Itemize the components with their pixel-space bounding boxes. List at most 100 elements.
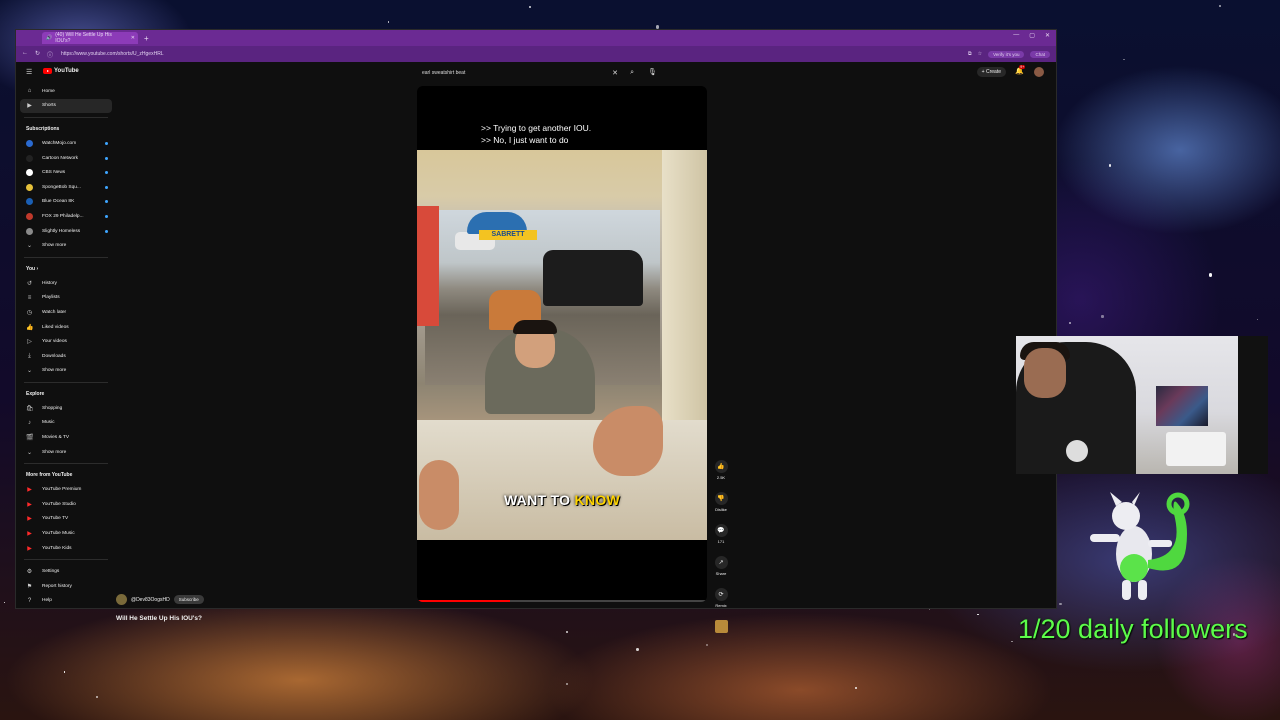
music-icon: ♪	[28, 419, 31, 426]
sidebar-item[interactable]: ▶ YouTube Premium	[16, 482, 116, 497]
search-bar[interactable]: earl sweatshirt beat ✕ ⌕	[422, 66, 644, 79]
sidebar-item[interactable]: ♪ Music	[16, 416, 116, 431]
right-hand	[593, 406, 663, 476]
sidebar-item-label: Help	[42, 598, 52, 604]
bed	[1166, 432, 1226, 466]
menu-icon[interactable]: ☰	[26, 68, 32, 76]
new-tab-button[interactable]: +	[144, 34, 149, 43]
window-frame	[662, 150, 707, 420]
history-icon: ↺	[26, 280, 33, 287]
channel-avatar[interactable]	[116, 594, 127, 605]
notifications-icon[interactable]: 🔔 9+	[1015, 65, 1026, 75]
url-field[interactable]: https://www.youtube.com/shorts/U_zHgexHR…	[61, 51, 164, 57]
maximize-icon[interactable]: ▢	[1029, 32, 1035, 39]
flag-icon: ⚑	[26, 583, 33, 590]
sidebar-item[interactable]: Blue Ocean 8K	[16, 195, 116, 210]
window-controls: — ▢ ✕	[1013, 32, 1050, 39]
sidebar-item-label: YouTube Premium	[42, 487, 82, 493]
extension-icon[interactable]: ⧉	[968, 51, 972, 57]
more-from-youtube-header: More from YouTube	[26, 472, 73, 479]
progress-fill	[417, 600, 510, 602]
sidebar-item[interactable]: ⚑ Report history	[16, 579, 116, 594]
sidebar-item[interactable]: ↺ History	[16, 276, 116, 291]
youtube-page: ☰ YouTube earl sweatshirt beat ✕ ⌕ 🎙 + C…	[16, 62, 1056, 633]
share-button[interactable]: ↗ Share	[712, 556, 730, 588]
bookmark-icon[interactable]: ☆	[978, 51, 982, 57]
sidebar-item[interactable]: ⚙ Settings	[16, 564, 116, 579]
profile-pill[interactable]: Verify it's you	[988, 50, 1025, 58]
sidebar-item[interactable]: ⤓ Downloads	[16, 349, 116, 364]
star	[705, 643, 708, 646]
new-content-dot	[105, 141, 108, 145]
shorts-player[interactable]: >> Trying to get another IOU. >> No, I j…	[417, 86, 707, 602]
clear-search-icon[interactable]: ✕	[612, 69, 618, 77]
sidebar-item[interactable]: SpongeBob Squ...	[16, 180, 116, 195]
progress-bar[interactable]	[417, 600, 707, 602]
sidebar-item-home[interactable]: ⌂ Home	[16, 84, 116, 99]
create-button[interactable]: + Create	[976, 67, 1006, 77]
chat-button[interactable]: Chat	[1030, 50, 1050, 58]
sidebar-item[interactable]: ▷ Your videos	[16, 334, 116, 349]
back-icon[interactable]: ←	[22, 50, 28, 59]
sidebar-item[interactable]: ▶ YouTube Studio	[16, 497, 116, 512]
sidebar-item[interactable]: ≡ Playlists	[16, 291, 116, 306]
sidebar-item[interactable]: ? Help	[16, 594, 116, 609]
sidebar-item-label: YouTube Music	[42, 531, 75, 537]
star	[1208, 273, 1212, 277]
like-button[interactable]: 👍 2.5K	[712, 460, 730, 492]
shorts-icon: ▶	[27, 103, 32, 110]
sidebar-item[interactable]: 👍 Liked videos	[16, 320, 116, 335]
reload-icon[interactable]: ↻	[35, 50, 40, 59]
sound-thumbnail[interactable]	[714, 620, 728, 633]
sidebar-item[interactable]: ▶ YouTube Music	[16, 526, 116, 541]
new-content-dot	[105, 185, 108, 189]
star	[387, 21, 390, 23]
site-info-icon[interactable]: ⓘ	[47, 50, 53, 59]
explore-show-more[interactable]: ⌄ Show more	[16, 445, 116, 460]
sidebar-item[interactable]: 🎬 Movies & TV	[16, 430, 116, 445]
browser-tab[interactable]: 🔊 (40) Will He Settle Up His IOU's? ✕	[42, 32, 138, 44]
sidebar-item[interactable]: ▶ YouTube Kids	[16, 541, 116, 556]
remix-button[interactable]: ⟳ Remix	[712, 588, 730, 620]
sidebar-item[interactable]: CBS News	[16, 165, 116, 180]
dislike-button[interactable]: 👎 Dislike	[712, 492, 730, 524]
you-header[interactable]: You ›	[16, 262, 116, 276]
sidebar-item[interactable]: ▶ YouTube TV	[16, 512, 116, 527]
divider	[24, 559, 108, 561]
gear-icon: ⚙	[26, 569, 33, 576]
sidebar-item-shorts[interactable]: ▶ Shorts	[20, 98, 112, 114]
divider	[24, 463, 108, 465]
subscribe-button[interactable]: Subscribe	[173, 595, 204, 604]
divider	[24, 382, 108, 384]
you-show-more[interactable]: ⌄ Show more	[16, 364, 116, 379]
minimize-icon[interactable]: —	[1013, 32, 1019, 39]
sidebar-item[interactable]: Cartoon Network	[16, 151, 116, 166]
search-icon[interactable]: ⌕	[630, 69, 634, 77]
sidebar-item-label: FOX 29 Philadelp...	[42, 213, 84, 219]
sidebar-item[interactable]: 🛍 Shopping	[16, 401, 116, 416]
sidebar-item[interactable]: WatchMojo.com	[16, 136, 116, 151]
subscriptions-header[interactable]: Subscriptions	[16, 122, 116, 136]
channel-name[interactable]: @Dev83OogsHD	[131, 597, 170, 603]
channel-avatar	[26, 183, 33, 191]
close-tab-icon[interactable]: ✕	[131, 35, 135, 41]
comments-button[interactable]: 💬 171	[712, 524, 730, 556]
channel-avatar	[26, 154, 33, 162]
new-content-dot	[105, 156, 108, 160]
search-input[interactable]: earl sweatshirt beat	[422, 70, 465, 76]
divider	[24, 117, 108, 119]
channel-avatar	[26, 227, 33, 235]
sidebar-item[interactable]: ◷ Watch later	[16, 305, 116, 320]
masthead: ☰ YouTube earl sweatshirt beat ✕ ⌕ 🎙 + C…	[16, 62, 1056, 82]
avatar[interactable]	[1034, 67, 1044, 77]
subscriptions-show-more[interactable]: ⌄ Show more	[16, 238, 116, 253]
sidebar-item[interactable]: Slightly Homeless	[16, 224, 116, 239]
youtube-logo[interactable]: YouTube	[43, 68, 79, 74]
close-window-icon[interactable]: ✕	[1045, 32, 1050, 39]
short-title[interactable]: Will He Settle Up His IOU's?	[116, 615, 202, 622]
new-content-dot	[105, 200, 108, 204]
new-content-dot	[105, 214, 108, 218]
sidebar-item[interactable]: FOX 29 Philadelp...	[16, 209, 116, 224]
sidebar-item-label: Cartoon Network	[42, 155, 78, 161]
microphone-icon[interactable]: 🎙	[648, 68, 657, 76]
